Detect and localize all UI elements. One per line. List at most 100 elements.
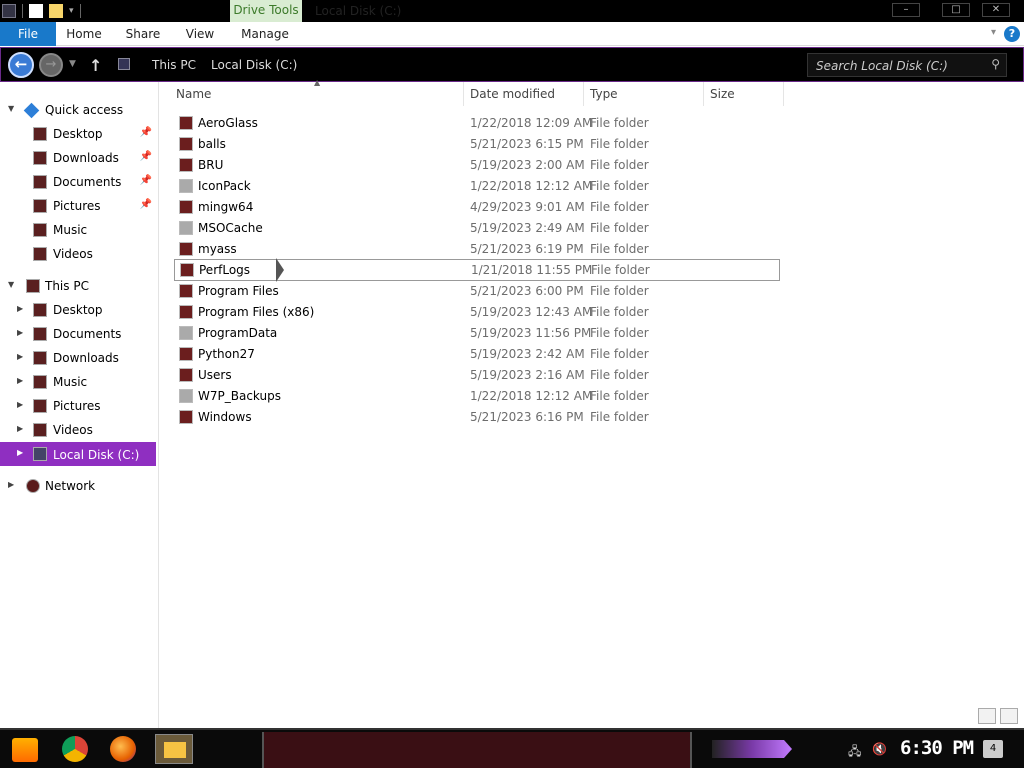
chevron-down-icon[interactable]: ▼ [8, 104, 14, 113]
column-header-name[interactable]: Name [170, 82, 464, 106]
forward-button[interactable]: → [39, 53, 63, 77]
sidebar-item-documents[interactable]: Documents 📌 [0, 171, 156, 193]
sidebar-item-downloads[interactable]: Downloads 📌 [0, 147, 156, 169]
file-name: mingw64 [198, 200, 254, 214]
chevron-right-icon[interactable]: ▶ [17, 448, 23, 457]
chevron-right-icon[interactable]: ▶ [17, 424, 23, 433]
table-row[interactable]: Program Files (x86) 5/19/2023 12:43 AM F… [174, 302, 780, 323]
window-icon[interactable] [2, 4, 16, 18]
tab-home[interactable]: Home [62, 22, 106, 46]
file-name: balls [198, 137, 226, 151]
table-row[interactable]: Python27 5/19/2023 2:42 AM File folder [174, 344, 780, 365]
file-type: File folder [590, 200, 649, 214]
table-row[interactable]: myass 5/21/2023 6:19 PM File folder [174, 239, 780, 260]
column-header-size[interactable]: Size [704, 82, 784, 106]
file-name: Program Files [198, 284, 279, 298]
sidebar-item-this-pc[interactable]: ▼ This PC [0, 275, 156, 297]
chevron-down-icon[interactable]: ▾ [69, 6, 74, 16]
network-icon [26, 479, 40, 493]
chevron-right-icon[interactable]: ▶ [17, 328, 23, 337]
back-button[interactable]: ← [8, 52, 34, 78]
file-date: 5/21/2023 6:00 PM [470, 284, 584, 298]
sidebar-item-pc-pictures[interactable]: ▶ Pictures [0, 395, 156, 417]
tab-share[interactable]: Share [120, 22, 166, 46]
sidebar-item-quick-access[interactable]: ▼ Quick access [0, 99, 156, 121]
taskbar-decoration [262, 732, 692, 768]
file-date: 5/21/2023 6:16 PM [470, 410, 584, 424]
sidebar-item-pc-videos[interactable]: ▶ Videos [0, 419, 156, 441]
chevron-right-icon[interactable]: ▶ [17, 304, 23, 313]
sidebar-item-desktop[interactable]: Desktop 📌 [0, 123, 156, 145]
file-type: File folder [590, 368, 649, 382]
start-button[interactable] [12, 738, 38, 762]
sidebar-item-pc-downloads[interactable]: ▶ Downloads [0, 347, 156, 369]
table-row[interactable]: Program Files 5/21/2023 6:00 PM File fol… [174, 281, 780, 302]
navigation-bar: ← → ▼ ↑ This PC Local Disk (C:) Search L… [0, 47, 1024, 82]
recent-locations-icon[interactable]: ▼ [69, 59, 76, 69]
table-row[interactable]: Users 5/19/2023 2:16 AM File folder [174, 365, 780, 386]
maximize-button[interactable]: □ [942, 3, 970, 17]
sidebar-item-network[interactable]: ▶ Network [0, 475, 156, 497]
folder-icon [179, 158, 193, 172]
file-name: myass [198, 242, 237, 256]
close-button[interactable]: ✕ [982, 3, 1010, 17]
table-row[interactable]: mingw64 4/29/2023 9:01 AM File folder [174, 197, 780, 218]
file-name: BRU [198, 158, 224, 172]
table-row[interactable]: MSOCache 5/19/2023 2:49 AM File folder [174, 218, 780, 239]
table-row[interactable]: W7P_Backups 1/22/2018 12:12 AM File fold… [174, 386, 780, 407]
sidebar-item-pc-documents[interactable]: ▶ Documents [0, 323, 156, 345]
up-button[interactable]: ↑ [89, 56, 102, 75]
new-folder-icon[interactable] [49, 4, 63, 18]
volume-muted-icon[interactable]: 🔇 [872, 742, 887, 756]
table-row[interactable]: Windows 5/21/2023 6:16 PM File folder [174, 407, 780, 428]
file-name: Windows [198, 410, 252, 424]
tab-manage[interactable]: Manage [234, 22, 296, 46]
properties-icon[interactable] [29, 4, 43, 18]
sidebar-item-local-disk[interactable]: ▶ Local Disk (C:) [0, 442, 156, 466]
chevron-right-icon[interactable]: ▶ [8, 480, 14, 489]
firefox-icon[interactable] [110, 736, 136, 762]
sidebar-item-pc-music[interactable]: ▶ Music [0, 371, 156, 393]
search-input[interactable]: Search Local Disk (C:) ⚲ [807, 53, 1007, 77]
help-icon[interactable]: ? [1004, 26, 1020, 42]
file-type: File folder [590, 410, 649, 424]
notification-center-icon[interactable]: 4 [983, 740, 1003, 758]
file-type: File folder [590, 284, 649, 298]
clock[interactable]: 6:30 PM [900, 737, 974, 759]
column-header-type[interactable]: Type [584, 82, 704, 106]
table-row[interactable]: ProgramData 5/19/2023 11:56 PM File fold… [174, 323, 780, 344]
folder-icon [179, 116, 193, 130]
chrome-icon[interactable] [62, 736, 88, 762]
table-row[interactable]: IconPack 1/22/2018 12:12 AM File folder [174, 176, 780, 197]
table-row[interactable]: AeroGlass 1/22/2018 12:09 AM File folder [174, 113, 780, 134]
tab-view[interactable]: View [180, 22, 220, 46]
chevron-right-icon[interactable]: ▶ [17, 376, 23, 385]
table-row[interactable]: balls 5/21/2023 6:15 PM File folder [174, 134, 780, 155]
chevron-right-icon[interactable]: ▶ [17, 352, 23, 361]
large-icons-view-button[interactable] [1000, 708, 1018, 724]
sidebar-item-videos[interactable]: Videos [0, 243, 156, 265]
minimize-button[interactable]: – [892, 3, 920, 17]
column-header-date[interactable]: Date modified [464, 82, 584, 106]
file-explorer-icon[interactable] [155, 734, 193, 764]
expand-ribbon-icon[interactable]: ▾ [991, 27, 996, 38]
chevron-down-icon[interactable]: ▼ [8, 280, 14, 289]
sidebar-item-pictures[interactable]: Pictures 📌 [0, 195, 156, 217]
breadcrumb-this-pc[interactable]: This PC [152, 58, 196, 72]
pictures-icon [33, 399, 47, 413]
details-view-button[interactable] [978, 708, 996, 724]
search-icon[interactable]: ⚲ [991, 57, 1000, 71]
table-row[interactable]: BRU 5/19/2023 2:00 AM File folder [174, 155, 780, 176]
table-row-hovered[interactable]: PerfLogs 1/21/2018 11:55 PM File folder [174, 259, 780, 281]
sidebar-item-music[interactable]: Music [0, 219, 156, 241]
tab-file[interactable]: File [0, 22, 56, 46]
sidebar-item-pc-desktop[interactable]: ▶ Desktop [0, 299, 156, 321]
file-date: 5/19/2023 2:42 AM [470, 347, 585, 361]
network-status-icon[interactable]: 🖧 [848, 742, 861, 763]
file-date: 5/19/2023 2:49 AM [470, 221, 585, 235]
sidebar-item-label: Music [53, 375, 88, 389]
chevron-right-icon[interactable]: ▶ [17, 400, 23, 409]
breadcrumb-local-disk[interactable]: Local Disk (C:) [211, 58, 297, 72]
pin-icon: 📌 [139, 151, 152, 162]
file-name: Users [198, 368, 232, 382]
